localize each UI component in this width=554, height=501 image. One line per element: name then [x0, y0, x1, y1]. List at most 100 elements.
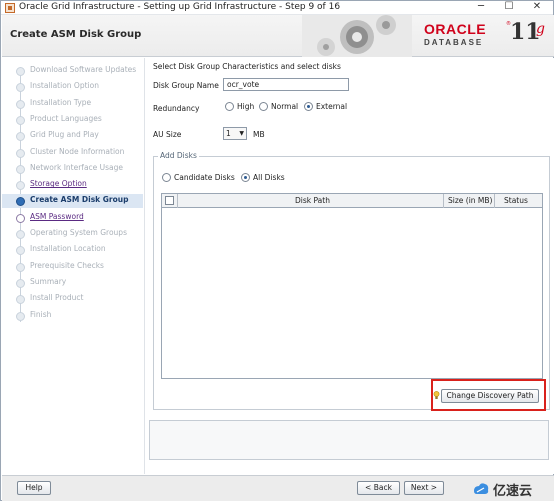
step-label: Cluster Node Information: [30, 146, 125, 156]
step-item: Operating System Groups: [2, 227, 143, 241]
step-label: ASM Password: [30, 211, 84, 221]
window-title: Oracle Grid Infrastructure - Setting up …: [19, 2, 341, 12]
disk-group-name-input[interactable]: ocr_vote: [223, 78, 349, 91]
step-label: Create ASM Disk Group: [30, 195, 129, 205]
step-item: Network Interface Usage: [2, 162, 143, 176]
change-discovery-path-button[interactable]: Change Discovery Path: [441, 389, 539, 403]
radio-normal-icon: [259, 102, 268, 111]
maximize-button[interactable]: ☐: [495, 1, 523, 14]
help-button[interactable]: Help: [17, 481, 51, 495]
step-label: Network Interface Usage: [30, 162, 124, 172]
redundancy-high-label: High: [237, 102, 255, 111]
all-disks-radio[interactable]: All Disks: [241, 173, 285, 185]
au-size-value: 1: [226, 129, 231, 138]
main-content: Select Disk Group Characteristics and se…: [144, 58, 554, 474]
step-label: Install Product: [30, 293, 84, 303]
column-status[interactable]: Status: [504, 196, 528, 205]
step-item: Grid Plug and Play: [2, 129, 143, 143]
step-indicator-icon: [16, 148, 25, 158]
column-separator: [443, 194, 444, 208]
step-indicator-icon: [16, 67, 25, 76]
wizard-footer: Help < Back Next > 亿速云: [2, 475, 554, 501]
step-indicator-icon: [16, 262, 25, 272]
step-item: Product Languages: [2, 113, 143, 127]
step-indicator-icon: [16, 278, 25, 288]
dropdown-arrow-icon: ▼: [239, 130, 244, 137]
step-label: Finish: [30, 309, 52, 319]
disk-group-name-label: Disk Group Name: [153, 81, 219, 90]
message-panel: [149, 420, 549, 460]
version-suffix: g: [536, 21, 545, 37]
add-disks-legend: Add Disks: [158, 151, 199, 160]
add-disks-group: Add Disks Candidate Disks All Disks Disk…: [153, 151, 550, 411]
step-indicator-icon: [16, 311, 25, 321]
step-indicator-icon: [16, 115, 25, 125]
step-item: Summary: [2, 276, 143, 290]
select-all-checkbox[interactable]: [165, 196, 174, 205]
step-label: Operating System Groups: [30, 228, 127, 237]
redundancy-normal-label: Normal: [271, 102, 299, 111]
step-item: Download Software Updates: [2, 64, 143, 78]
radio-high-icon: [225, 102, 234, 111]
column-disk-path[interactable]: Disk Path: [295, 196, 330, 205]
lightbulb-icon: [433, 391, 440, 399]
column-separator: [177, 194, 178, 208]
step-indicator-icon: [16, 132, 25, 142]
title-bar: Oracle Grid Infrastructure - Setting up …: [1, 1, 553, 15]
all-disks-label: All Disks: [253, 173, 285, 182]
step-item[interactable]: Create ASM Disk Group: [2, 194, 143, 209]
installer-window: Oracle Grid Infrastructure - Setting up …: [0, 0, 554, 501]
au-size-select[interactable]: 1 ▼: [223, 127, 247, 140]
oracle-database-logo: ORACLE ® DATABASE 11 g: [422, 19, 552, 55]
step-indicator-icon: [16, 295, 25, 305]
radio-all-icon: [241, 173, 250, 182]
step-item: Cluster Node Information: [2, 146, 143, 160]
radio-external-icon: [304, 102, 313, 111]
column-size[interactable]: Size (in MB): [448, 196, 492, 205]
gears-illustration-icon: [302, 15, 412, 57]
wizard-header: Create ASM Disk Group ORACLE ® DATABASE …: [2, 15, 554, 57]
step-label: Installation Type: [30, 97, 92, 107]
steps-navigation: Download Software Updates Installation Op…: [2, 58, 143, 474]
redundancy-external-radio[interactable]: External: [304, 102, 347, 114]
redundancy-normal-radio[interactable]: Normal: [259, 102, 298, 114]
redundancy-high-radio[interactable]: High: [225, 102, 254, 114]
disks-table: Disk Path Size (in MB) Status: [161, 193, 543, 379]
column-separator: [494, 194, 495, 208]
candidate-disks-radio[interactable]: Candidate Disks: [162, 173, 235, 185]
step-indicator-icon: [16, 230, 25, 239]
next-button[interactable]: Next >: [404, 481, 444, 495]
intro-text: Select Disk Group Characteristics and se…: [153, 62, 341, 71]
step-label: Download Software Updates: [30, 65, 137, 74]
cloud-logo-icon: [474, 483, 489, 494]
step-indicator-icon: [16, 246, 25, 256]
watermark-text: 亿速云: [493, 484, 533, 499]
redundancy-external-label: External: [316, 102, 348, 111]
step-label: Installation Option: [30, 81, 99, 91]
step-indicator-icon: [16, 197, 25, 207]
back-button[interactable]: < Back: [357, 481, 400, 495]
step-item[interactable]: ASM Password: [2, 211, 143, 225]
disks-table-header: Disk Path Size (in MB) Status: [162, 194, 542, 208]
au-size-label: AU Size: [153, 130, 182, 139]
step-item: Installation Type: [2, 97, 143, 111]
step-label: Installation Location: [30, 244, 106, 254]
au-size-unit: MB: [253, 130, 265, 139]
step-indicator-icon: [16, 99, 25, 109]
step-item[interactable]: Storage Option: [2, 178, 143, 192]
step-label: Grid Plug and Play: [30, 130, 99, 140]
step-label: Product Languages: [30, 113, 102, 123]
minimize-button[interactable]: ─: [467, 1, 495, 14]
oracle-brand-text: ORACLE: [424, 21, 487, 37]
step-label: Storage Option: [30, 179, 87, 189]
step-item: Install Product: [2, 292, 143, 306]
close-button[interactable]: ✕: [523, 1, 551, 14]
step-indicator-icon: [16, 164, 25, 174]
step-item: Installation Location: [2, 243, 143, 257]
step-indicator-icon: [16, 83, 25, 93]
step-item: Prerequisite Checks: [2, 260, 143, 274]
step-item: Finish: [2, 309, 143, 323]
step-indicator-icon: [16, 181, 25, 191]
radio-candidate-icon: [162, 173, 171, 182]
oracle-app-icon: [5, 3, 15, 13]
